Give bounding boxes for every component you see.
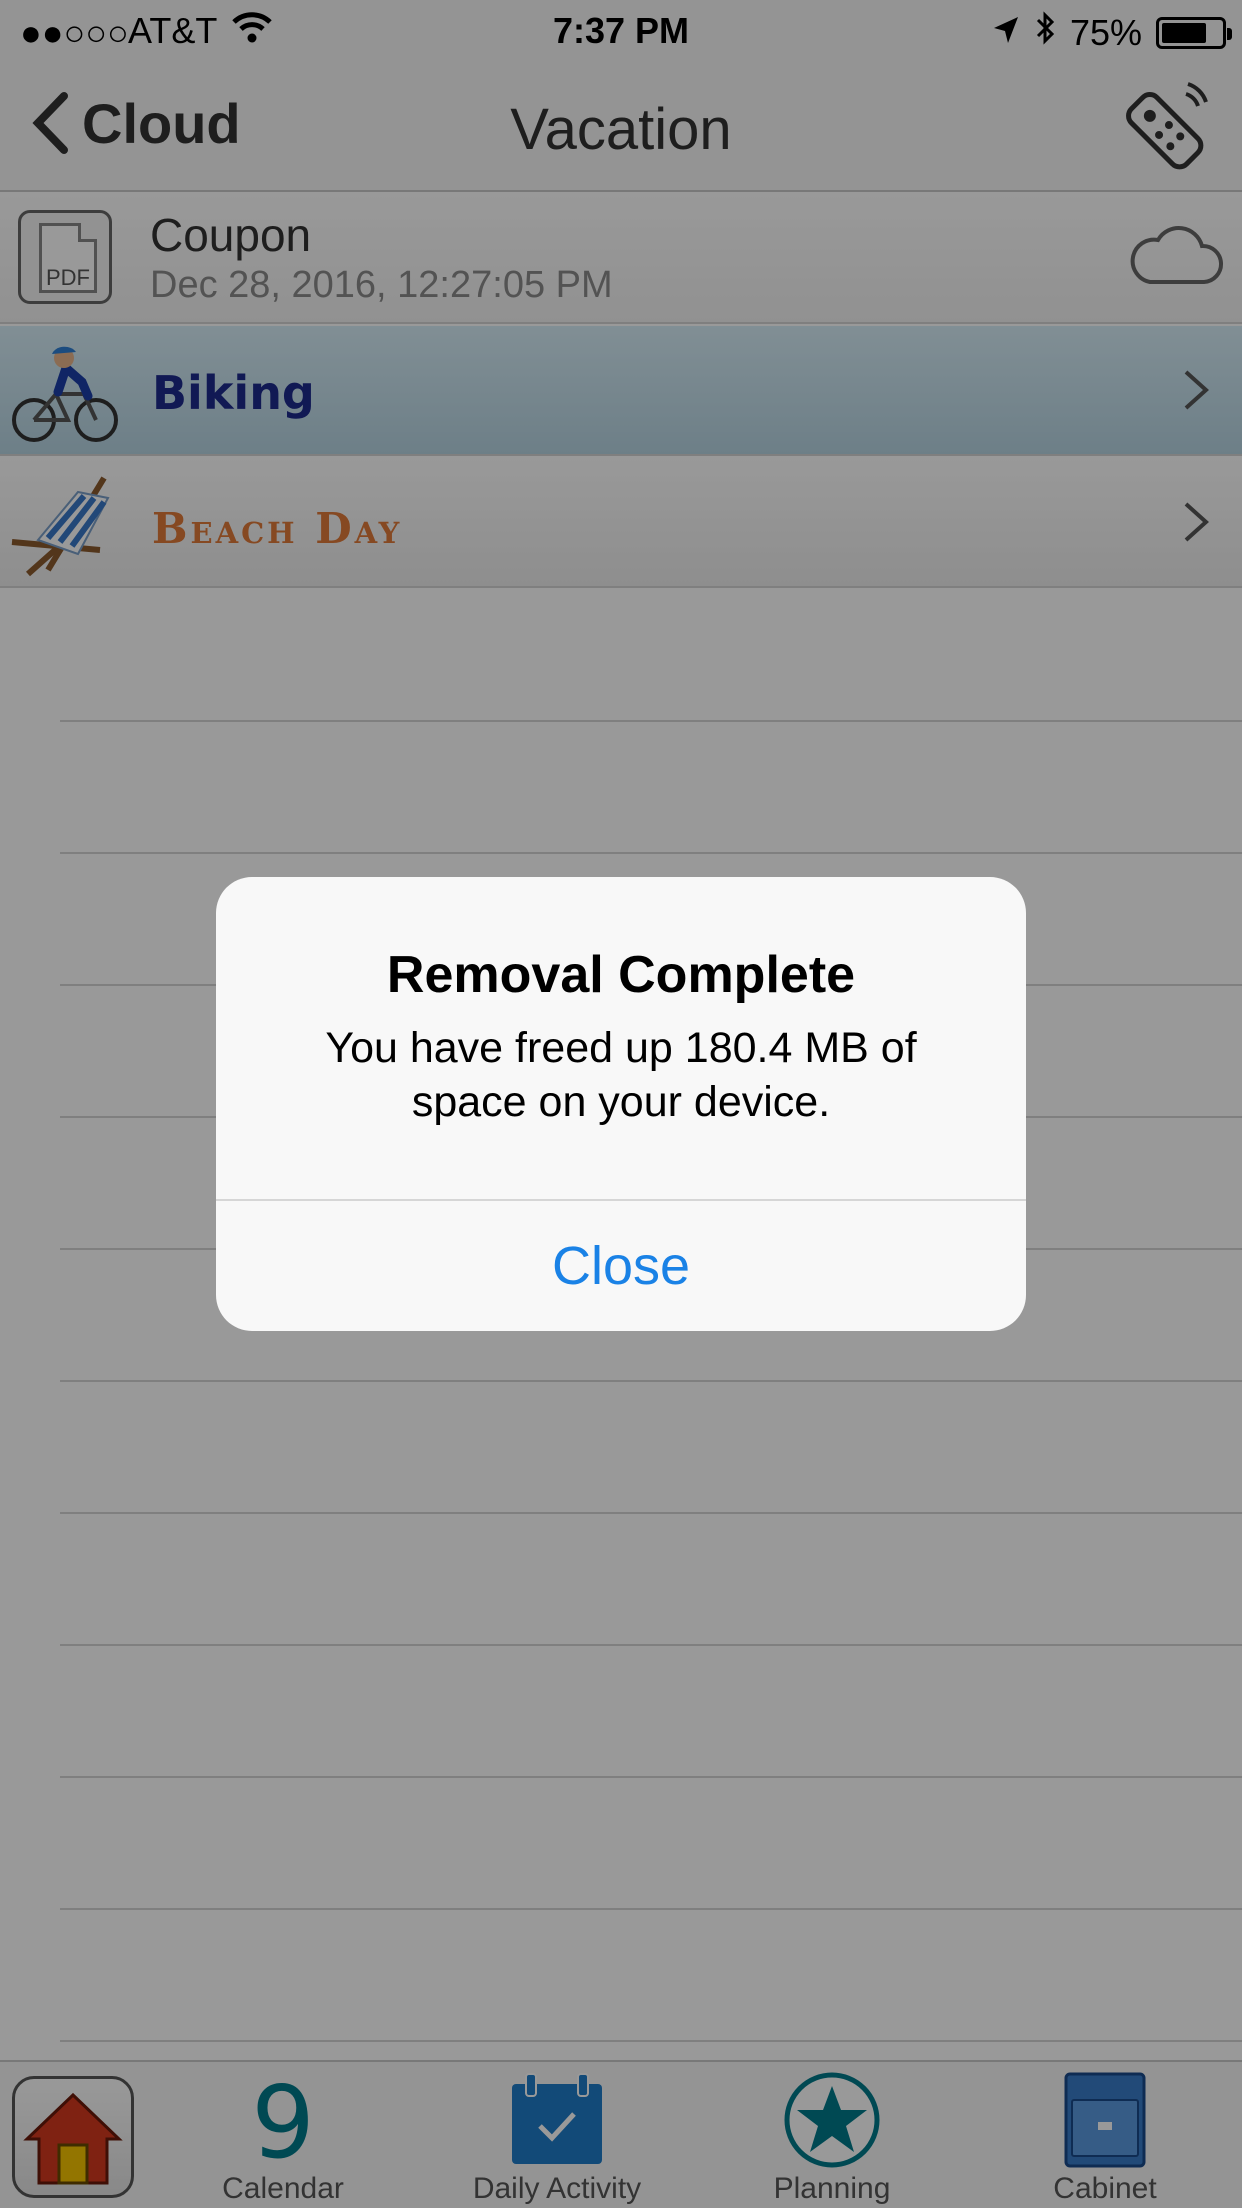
alert-message: You have freed up 180.4 MB of space on y…: [325, 1024, 917, 1126]
close-button[interactable]: Close: [216, 1201, 1026, 1331]
alert-title: Removal Complete: [386, 946, 856, 1004]
alert-dialog: Removal Complete You have freed up 180.4…: [216, 877, 1026, 1331]
